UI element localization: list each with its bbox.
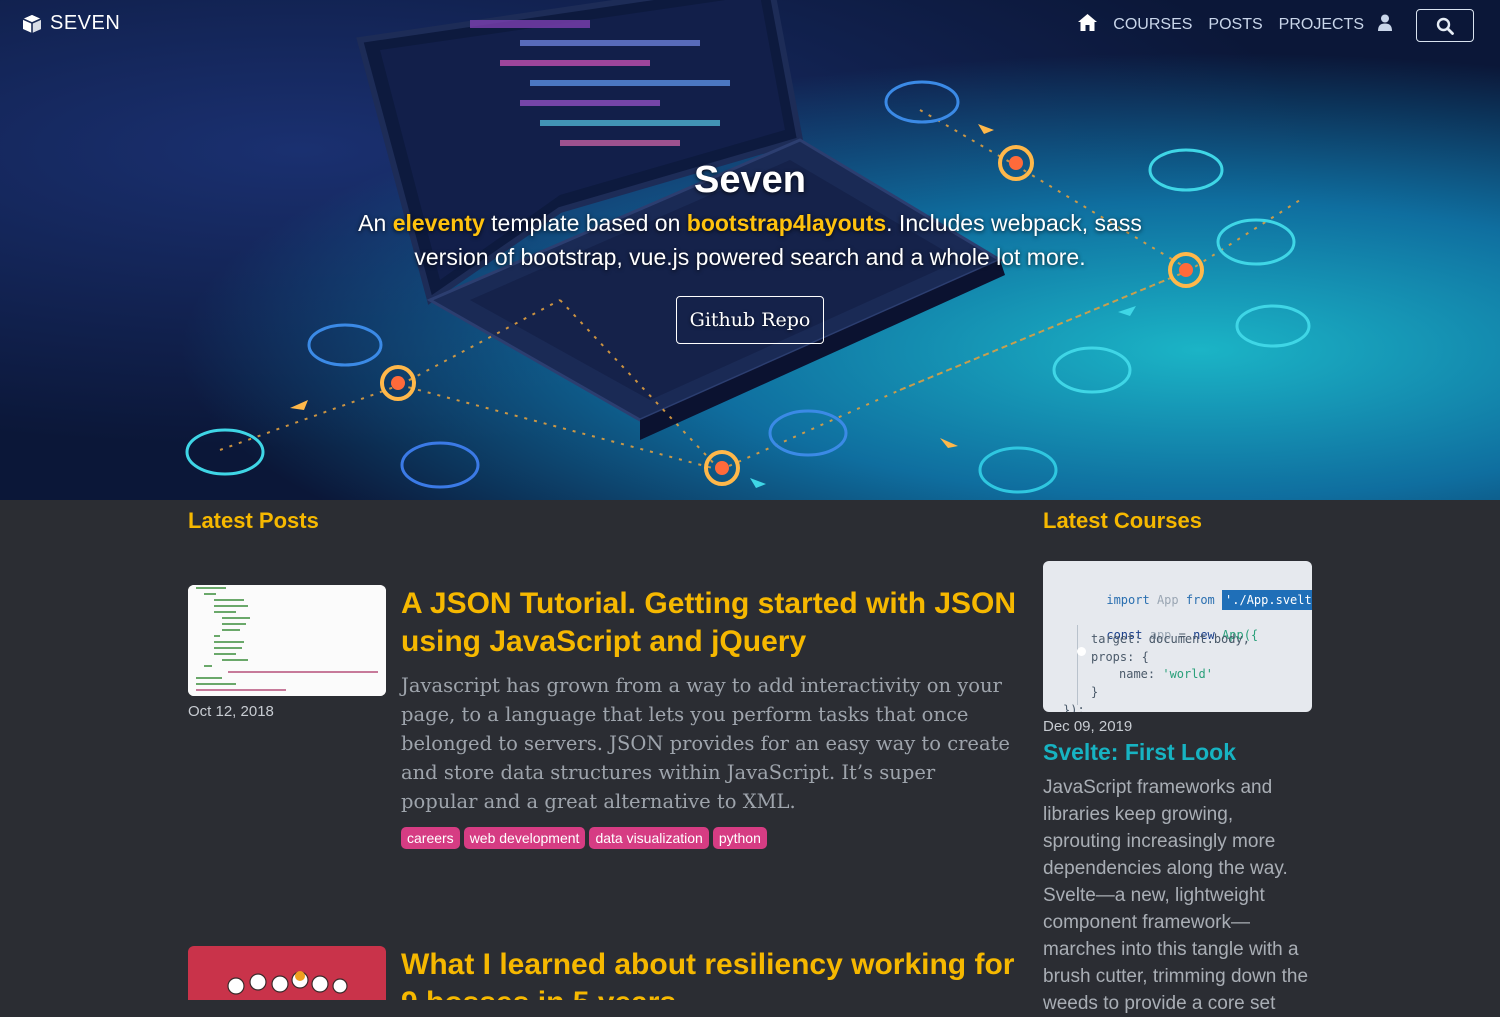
hero-subtitle: An eleventy template based on bootstrap4… xyxy=(358,210,1142,270)
post-card: What I learned about resiliency working … xyxy=(188,946,1018,1000)
bootstrap4layouts-link[interactable]: bootstrap4layouts xyxy=(687,210,886,236)
tag-python[interactable]: python xyxy=(712,827,767,849)
code-screenshot-image xyxy=(188,585,386,696)
brand-name: SEVEN xyxy=(50,12,121,34)
post-excerpt: Javascript has grown from a way to add i… xyxy=(401,674,1010,813)
latest-posts-heading: Latest Posts xyxy=(188,508,319,533)
tag-web-development[interactable]: web development xyxy=(463,827,586,849)
hero-title: Seven xyxy=(694,159,806,201)
course-excerpt: JavaScript frameworks and libraries keep… xyxy=(1043,777,1309,1014)
tag-data-visualization[interactable]: data visualization xyxy=(589,827,709,849)
eleventy-link[interactable]: eleventy xyxy=(393,210,485,236)
course-title-link[interactable]: Svelte: First Look xyxy=(1043,739,1236,766)
search-icon xyxy=(1436,17,1454,35)
cursor-dot xyxy=(1077,647,1086,656)
nav-link-courses[interactable]: COURSES xyxy=(1113,16,1192,34)
home-icon[interactable] xyxy=(1078,14,1098,35)
cube-icon xyxy=(22,14,42,33)
github-repo-button[interactable]: Github Repo xyxy=(676,296,824,344)
post-card: Oct 12, 2018 A JSON Tutorial. Getting st… xyxy=(188,585,1018,885)
navbar: SEVEN COURSES POSTS PROJECTS xyxy=(0,0,1500,52)
brand-link[interactable]: SEVEN xyxy=(22,12,120,35)
hero-banner: SEVEN COURSES POSTS PROJECTS Seven An el… xyxy=(0,0,1500,500)
tag-careers[interactable]: careers xyxy=(401,827,460,849)
course-date: Dec 09, 2019 xyxy=(1043,718,1133,735)
nav-link-posts[interactable]: POSTS xyxy=(1208,16,1262,34)
search-button[interactable] xyxy=(1416,9,1474,42)
course-thumbnail[interactable]: import App from './App.svelte'; const ap… xyxy=(1043,561,1312,712)
nav-link-projects[interactable]: PROJECTS xyxy=(1279,16,1364,34)
post-title-link[interactable]: What I learned about resiliency working … xyxy=(401,946,1018,1000)
indent-guide xyxy=(1077,625,1078,705)
latest-courses-heading: Latest Courses xyxy=(1043,508,1202,533)
post-date: Oct 12, 2018 xyxy=(188,703,274,720)
nav-links: COURSES POSTS PROJECTS xyxy=(1078,14,1392,35)
hero-text: Seven An eleventy template based on boot… xyxy=(330,158,1170,274)
post-thumbnail[interactable] xyxy=(188,585,386,696)
user-icon[interactable] xyxy=(1378,14,1392,35)
post-tags: careers web development data visualizati… xyxy=(401,827,771,849)
cartoon-people-image xyxy=(227,971,348,995)
post-title-link[interactable]: A JSON Tutorial. Getting started with JS… xyxy=(401,585,1021,661)
post-thumbnail[interactable] xyxy=(188,946,386,1000)
